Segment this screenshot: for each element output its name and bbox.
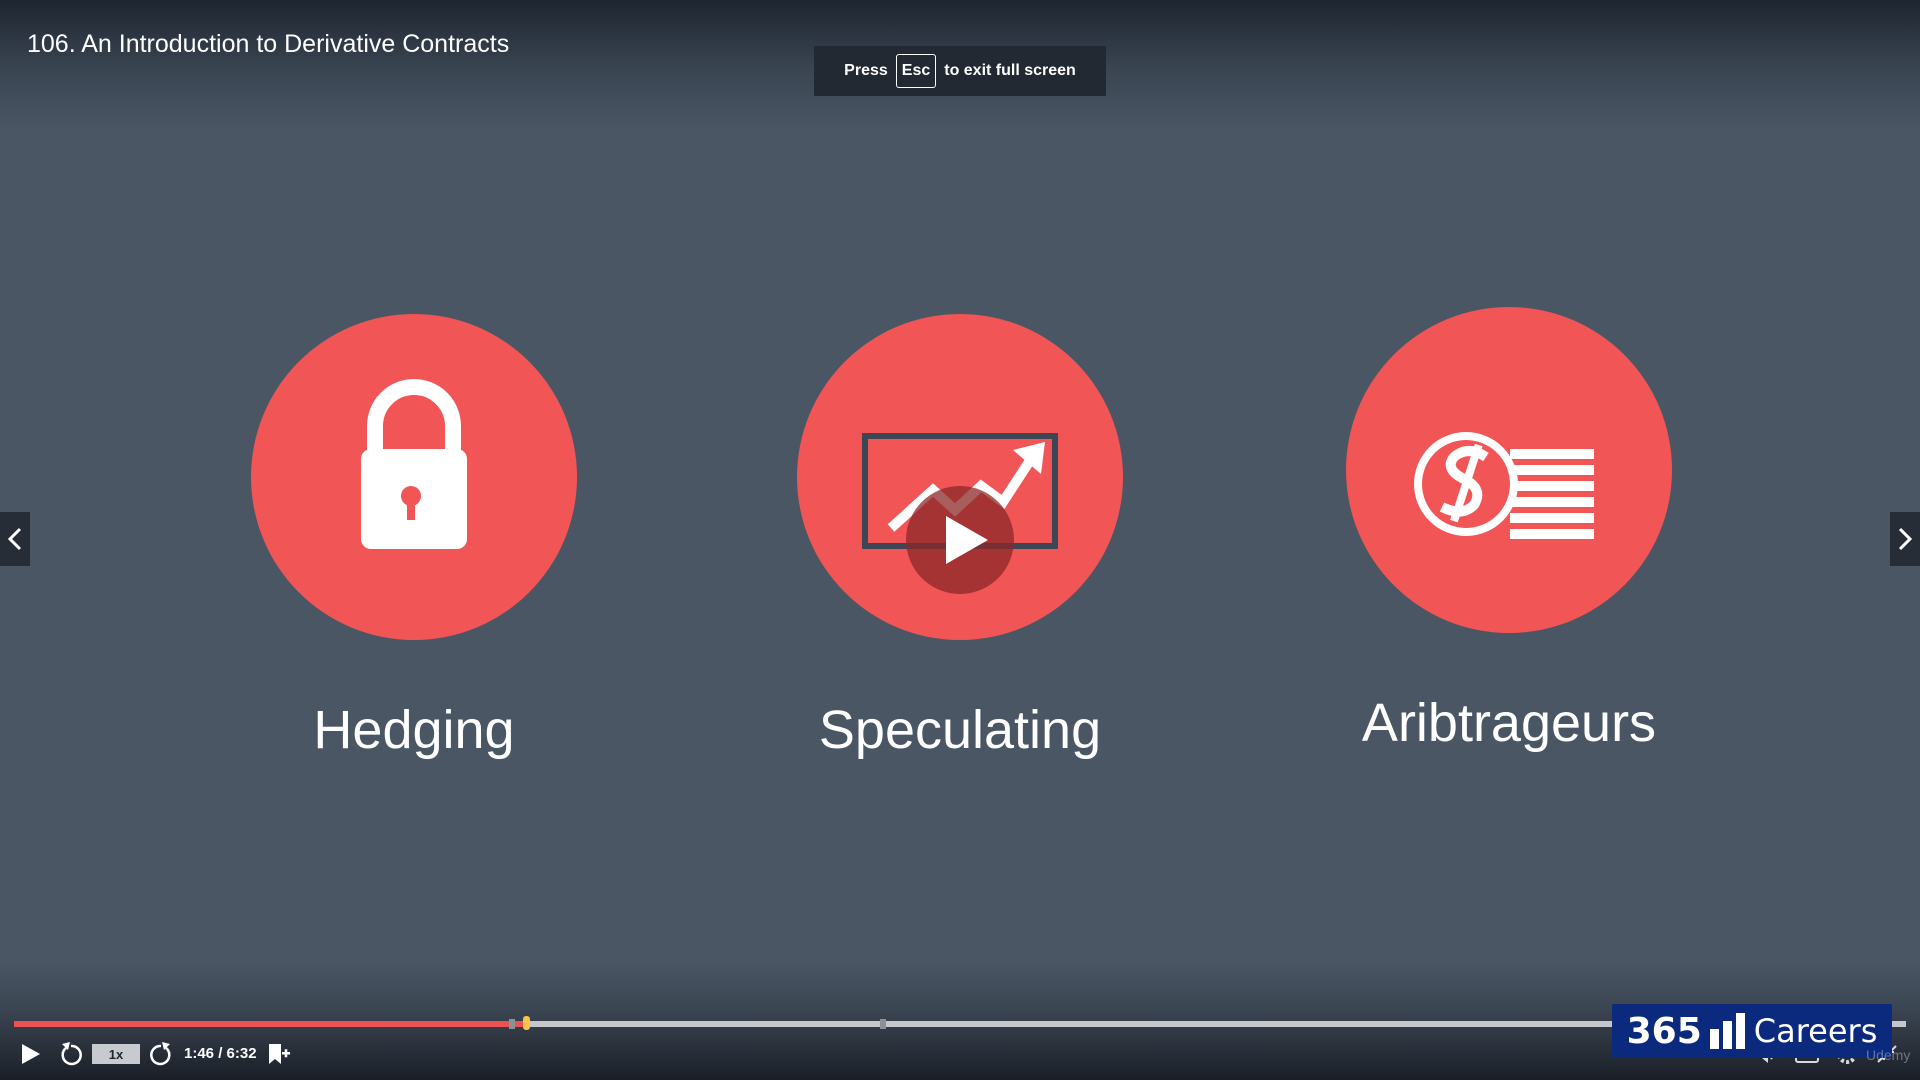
previous-lecture-button[interactable] xyxy=(0,512,30,566)
brand-number: 365 xyxy=(1626,1010,1702,1052)
toast-suffix: to exit full screen xyxy=(944,62,1076,79)
play-icon xyxy=(946,516,988,564)
topic-label-speculating: Speculating xyxy=(818,700,1102,760)
next-lecture-button[interactable] xyxy=(1890,512,1920,566)
progress-thumb[interactable] xyxy=(522,1016,530,1030)
udemy-watermark: Udemy xyxy=(1866,1047,1911,1063)
bar-chart-icon xyxy=(1709,1013,1745,1049)
progress-fill xyxy=(14,1021,526,1027)
play-icon xyxy=(22,1044,40,1064)
brand-word: Careers xyxy=(1753,1012,1878,1050)
forward-icon xyxy=(150,1042,171,1066)
esc-key: Esc xyxy=(895,54,937,88)
chapter-marker xyxy=(880,1019,886,1029)
lock-icon xyxy=(361,379,467,549)
rewind-button[interactable] xyxy=(58,1036,84,1072)
time-display: 1:46 / 6:32 xyxy=(184,1045,257,1062)
play-button[interactable] xyxy=(18,1036,44,1072)
topic-aribtrageurs: Aribtrageurs xyxy=(1346,307,1672,753)
topic-hedging: Hedging xyxy=(251,314,577,760)
chevron-left-icon xyxy=(7,527,22,551)
add-bookmark-button[interactable] xyxy=(266,1036,292,1072)
forward-button[interactable] xyxy=(148,1036,174,1072)
video-player[interactable]: 106. An Introduction to Derivative Contr… xyxy=(0,0,1920,1080)
brand-logo: 365 Careers xyxy=(1612,1004,1892,1058)
chapter-marker xyxy=(509,1019,515,1029)
fullscreen-toast: Press Esc to exit full screen xyxy=(814,46,1106,96)
play-overlay-button[interactable] xyxy=(906,486,1014,594)
topic-label-hedging: Hedging xyxy=(313,700,515,760)
hedging-circle xyxy=(251,314,577,640)
lecture-title: 106. An Introduction to Derivative Contr… xyxy=(27,30,510,58)
chevron-right-icon xyxy=(1898,527,1913,551)
rewind-icon xyxy=(61,1042,82,1066)
dollar-coin-stack-icon xyxy=(1414,432,1594,539)
toast-prefix: Press xyxy=(844,62,888,79)
playback-speed-button[interactable]: 1x xyxy=(92,1044,140,1064)
topic-label-aribtrageurs: Aribtrageurs xyxy=(1361,693,1657,753)
aribtrageurs-circle xyxy=(1346,307,1672,633)
bookmark-add-icon xyxy=(269,1044,290,1064)
